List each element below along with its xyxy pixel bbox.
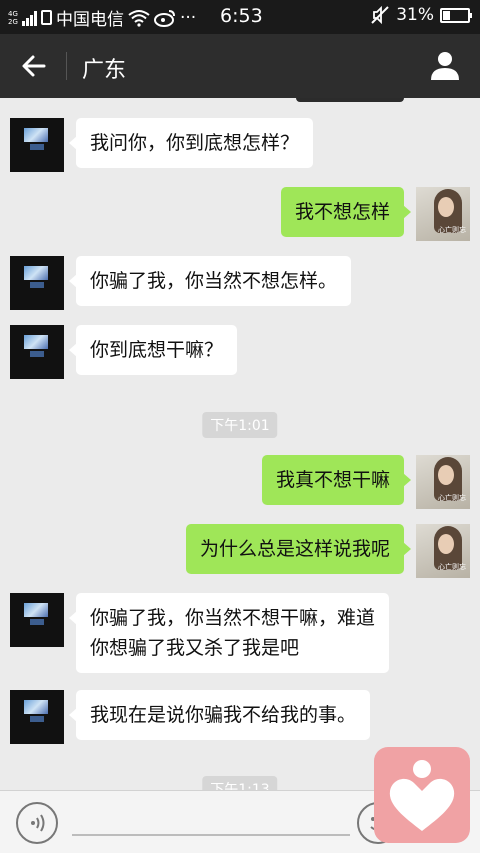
wifi-icon <box>128 9 150 27</box>
chat-header: 广东 <box>0 34 480 98</box>
my-avatar[interactable]: 心亡则忘 <box>416 524 470 578</box>
message-list[interactable]: 我问你，你到底想怎样？ 我不想怎样 心亡则忘 你骗了我，你当然不想怎样。 你到底… <box>0 98 480 790</box>
signal-icon <box>22 10 37 26</box>
contact-avatar[interactable] <box>10 118 64 172</box>
message-bubble-outgoing[interactable]: 为什么总是这样说我呢 <box>185 524 412 574</box>
header-divider <box>66 52 67 80</box>
contact-avatar[interactable] <box>10 325 64 379</box>
message-bubble-incoming[interactable]: 你骗了我，你当然不想干嘛，难道 你想骗了我又杀了我是吧 <box>68 593 390 673</box>
status-bar: 4G 2G 中国电信 ··· 6:53 31% <box>0 0 480 34</box>
message-line: 你骗了我，你当然不想干嘛，难道 <box>90 607 376 629</box>
battery-percent: 31% <box>396 5 434 25</box>
message-bubble-incoming[interactable]: 我问你，你到底想怎样？ <box>68 118 314 168</box>
carrier-name: 中国电信 <box>56 10 124 30</box>
more-dots: ··· <box>180 7 197 28</box>
my-avatar[interactable]: 心亡则忘 <box>416 187 470 241</box>
message-bubble-outgoing[interactable]: 我不想怎样 <box>280 187 412 237</box>
message-bubble-outgoing[interactable]: 我真不想干嘛 <box>261 455 412 505</box>
contact-avatar[interactable] <box>10 690 64 744</box>
person-icon[interactable] <box>428 48 462 82</box>
heart-icon <box>389 760 455 831</box>
voice-button[interactable] <box>16 802 58 844</box>
message-line: 你想骗了我又杀了我是吧 <box>90 637 300 659</box>
image-message-partial[interactable] <box>296 98 404 102</box>
voice-icon <box>31 814 45 832</box>
timestamp: 下午1:13 <box>202 776 278 790</box>
mute-icon <box>371 5 389 25</box>
message-bubble-incoming[interactable]: 你骗了我，你当然不想怎样。 <box>68 256 352 306</box>
message-bubble-incoming[interactable]: 你到底想干嘛？ <box>68 325 238 375</box>
message-bubble-incoming[interactable]: 我现在是说你骗我不给我的事。 <box>68 690 371 740</box>
clock: 6:53 <box>220 5 263 27</box>
timestamp: 下午1:01 <box>202 412 278 438</box>
sim-icon <box>41 10 52 25</box>
battery-icon <box>440 7 472 23</box>
my-avatar[interactable]: 心亡则忘 <box>416 455 470 509</box>
chat-title: 广东 <box>82 58 127 83</box>
arrow-left-icon[interactable] <box>18 50 50 82</box>
network-type: 4G 2G <box>8 9 18 26</box>
weibo-icon <box>154 9 175 27</box>
contact-avatar[interactable] <box>10 256 64 310</box>
message-input[interactable] <box>72 834 350 836</box>
floating-heart-widget[interactable] <box>374 747 470 843</box>
contact-avatar[interactable] <box>10 593 64 647</box>
